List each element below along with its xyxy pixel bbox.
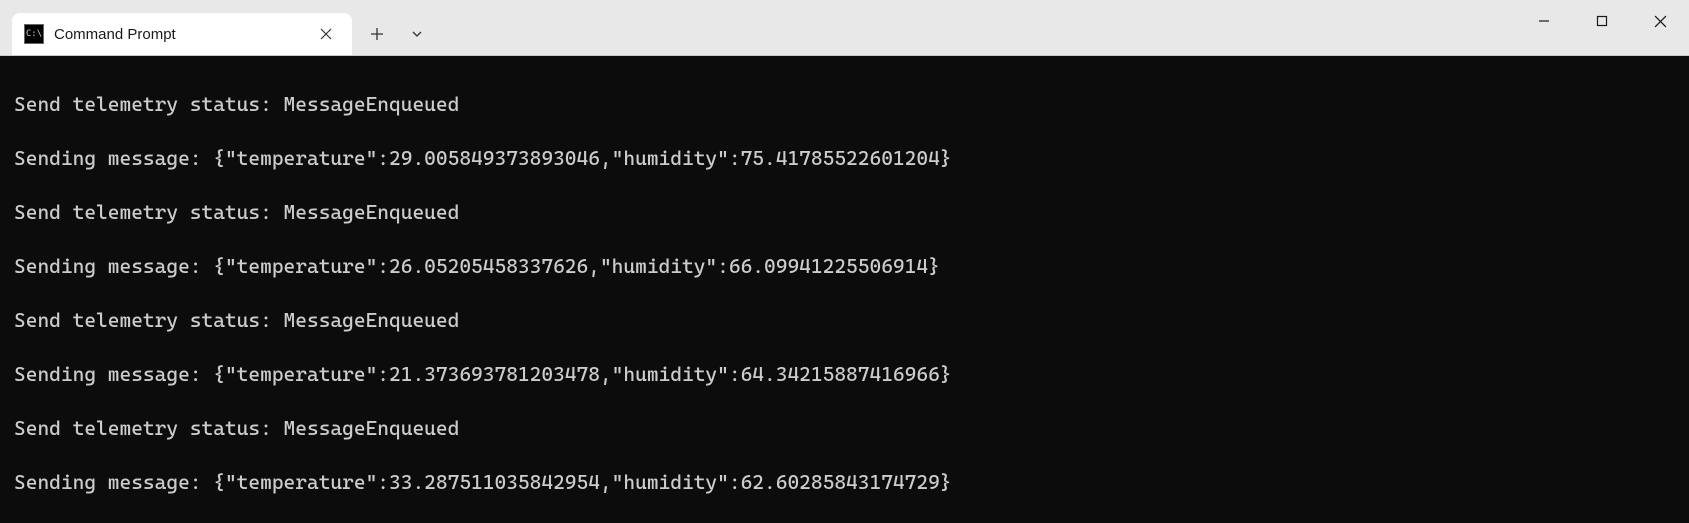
tab-command-prompt[interactable]: C:\ Command Prompt	[12, 13, 352, 55]
terminal-line: Sending message: {"temperature":33.28751…	[14, 469, 1675, 496]
terminal-line: Send telemetry status: MessageEnqueued	[14, 91, 1675, 118]
terminal-line: Sending message: {"temperature":29.00584…	[14, 145, 1675, 172]
maximize-button[interactable]	[1573, 0, 1631, 42]
tab-strip: C:\ Command Prompt	[0, 0, 436, 55]
terminal-output[interactable]: Send telemetry status: MessageEnqueued S…	[0, 56, 1689, 523]
terminal-line: Send telemetry status: MessageEnqueued	[14, 415, 1675, 442]
tab-title: Command Prompt	[54, 26, 304, 43]
titlebar: C:\ Command Prompt	[0, 0, 1689, 56]
close-window-button[interactable]	[1631, 0, 1689, 42]
chevron-down-icon	[411, 28, 423, 40]
terminal-window: C:\ Command Prompt	[0, 0, 1689, 523]
terminal-line: Sending message: {"temperature":26.05205…	[14, 253, 1675, 280]
cmd-icon: C:\	[24, 24, 44, 44]
close-icon	[1654, 15, 1667, 28]
plus-icon	[370, 27, 384, 41]
minimize-icon	[1538, 15, 1550, 27]
terminal-line: Sending message: {"temperature":21.37369…	[14, 361, 1675, 388]
close-icon	[320, 28, 332, 40]
terminal-line: Send telemetry status: MessageEnqueued	[14, 199, 1675, 226]
maximize-icon	[1596, 15, 1608, 27]
window-controls	[1515, 0, 1689, 55]
tab-close-button[interactable]	[314, 22, 338, 46]
minimize-button[interactable]	[1515, 0, 1573, 42]
new-tab-button[interactable]	[358, 15, 396, 53]
terminal-line: Send telemetry status: MessageEnqueued	[14, 307, 1675, 334]
tab-dropdown-button[interactable]	[398, 15, 436, 53]
